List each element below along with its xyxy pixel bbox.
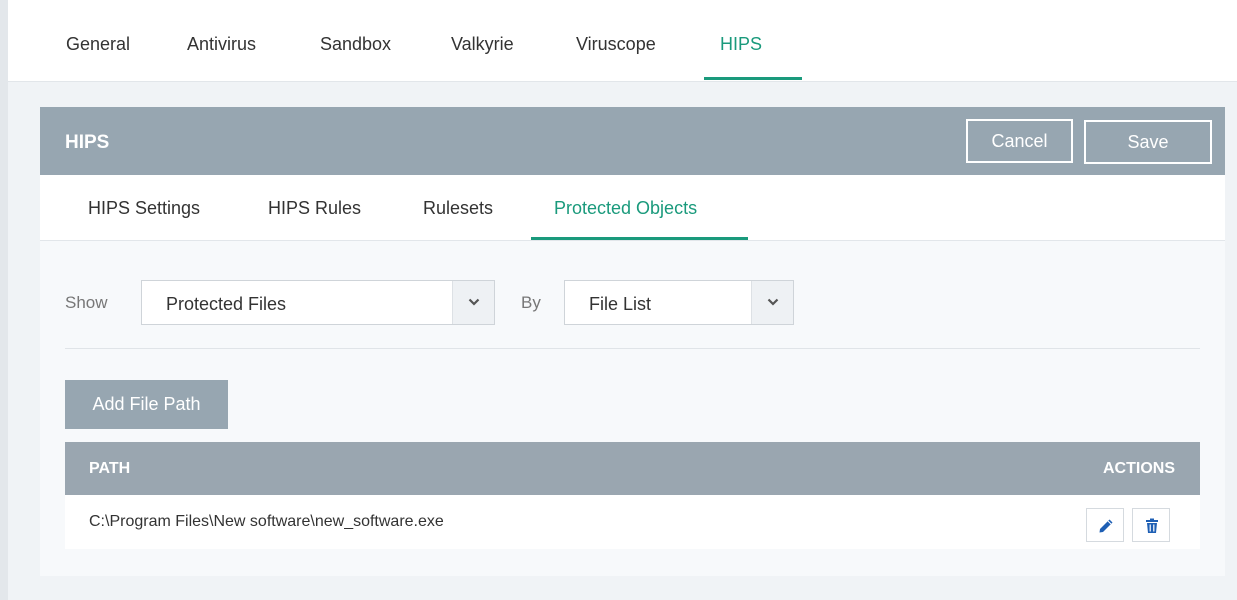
cancel-button[interactable]: Cancel <box>966 119 1073 163</box>
tab-rulesets[interactable]: Rulesets <box>423 198 493 219</box>
show-label: Show <box>65 293 108 312</box>
tab-sandbox[interactable]: Sandbox <box>320 34 391 55</box>
pencil-icon <box>1099 519 1113 533</box>
tab-valkyrie[interactable]: Valkyrie <box>451 34 514 55</box>
tab-hips[interactable]: HIPS <box>720 34 762 55</box>
by-select[interactable]: File List <box>564 280 794 325</box>
chevron-down-icon <box>468 298 480 306</box>
active-tab-indicator <box>704 77 802 80</box>
active-subtab-indicator <box>531 237 748 240</box>
trash-icon <box>1146 518 1158 533</box>
column-header-actions: ACTIONS <box>1103 460 1175 477</box>
show-select-value: Protected Files <box>166 294 287 314</box>
by-select-value: File List <box>589 294 652 314</box>
tab-antivirus[interactable]: Antivirus <box>187 34 256 55</box>
show-select-toggle[interactable] <box>452 281 494 324</box>
table-header: PATH ACTIONS <box>65 442 1200 495</box>
hips-panel: HIPS Cancel Save HIPS Settings HIPS Rule… <box>40 107 1225 576</box>
table-row: C:\Program Files\New software\new_softwa… <box>65 495 1200 549</box>
tab-hips-settings[interactable]: HIPS Settings <box>88 198 200 219</box>
save-button[interactable]: Save <box>1084 120 1212 164</box>
delete-button[interactable] <box>1132 508 1170 542</box>
tab-general[interactable]: General <box>66 34 130 55</box>
by-select-toggle[interactable] <box>751 281 793 324</box>
tab-hips-rules[interactable]: HIPS Rules <box>268 198 361 219</box>
tab-viruscope[interactable]: Viruscope <box>576 34 656 55</box>
panel-header: HIPS Cancel Save <box>40 107 1225 175</box>
show-select[interactable]: Protected Files <box>141 280 495 325</box>
path-cell: C:\Program Files\New software\new_softwa… <box>89 513 444 530</box>
column-header-path: PATH <box>89 460 131 477</box>
window-left-edge <box>0 0 8 600</box>
panel-title: HIPS <box>65 132 110 153</box>
divider <box>65 348 1200 349</box>
add-file-path-button[interactable]: Add File Path <box>65 380 228 429</box>
top-tab-bar: General Antivirus Sandbox Valkyrie Virus… <box>8 0 1237 82</box>
edit-button[interactable] <box>1086 508 1124 542</box>
tab-protected-objects[interactable]: Protected Objects <box>554 198 697 219</box>
by-label: By <box>521 293 541 312</box>
chevron-down-icon <box>767 298 779 306</box>
sub-tab-bar: HIPS Settings HIPS Rules Rulesets Protec… <box>40 175 1225 241</box>
